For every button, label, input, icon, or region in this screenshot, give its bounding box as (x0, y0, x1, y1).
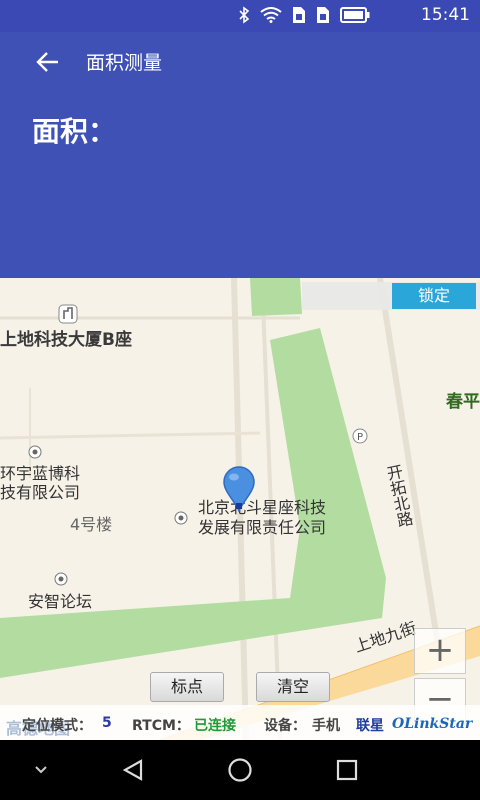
map-label-chunping: 春平 (446, 392, 480, 412)
brand-logo-cn: 联星 (356, 718, 384, 734)
parking-icon: P (352, 428, 368, 449)
map-label-beidou-1: 北京北斗星座科技 (198, 498, 327, 517)
map-label-beidou-2: 发展有限责任公司 (198, 518, 327, 537)
area-label: 面积： (32, 115, 117, 148)
map-label-anzhi: 安智论坛 (28, 592, 93, 611)
mode-value: 5 (102, 715, 112, 731)
map-label-lanbo-1: 环宇蓝博科 (0, 464, 81, 483)
poi-dot-icon (28, 444, 42, 464)
bluetooth-icon (238, 6, 250, 28)
map-label-building-b: 上地科技大厦B座 (0, 330, 132, 350)
lock-button[interactable]: 锁定 (392, 283, 476, 309)
chevron-down-icon (35, 766, 47, 774)
status-bar: 15:41 (0, 0, 480, 32)
nav-recents-button[interactable] (332, 755, 362, 785)
nav-hide-button[interactable] (26, 755, 56, 785)
back-button[interactable] (32, 46, 64, 78)
mark-point-button[interactable]: 标点 (150, 672, 224, 702)
arrow-left-icon (36, 52, 58, 72)
map-label-lanbo-2: 技有限公司 (0, 483, 81, 502)
wifi-icon (260, 7, 282, 27)
poi-icon (58, 304, 78, 331)
circle-home-icon (228, 758, 252, 782)
brand-logo-en: OLinkStar (392, 716, 473, 732)
nav-back-button[interactable] (118, 755, 148, 785)
mode-label: 定位模式： (22, 718, 92, 734)
map-label-building4: 4号楼 (70, 515, 113, 534)
sim1-icon (292, 6, 306, 28)
device-value: 手机 (312, 718, 340, 734)
triangle-back-icon (122, 759, 143, 781)
rtcm-label: RTCM： (132, 718, 190, 734)
location-pin-icon (223, 466, 255, 512)
battery-icon (340, 7, 370, 27)
rtcm-value: 已连接 (194, 718, 236, 734)
zoom-in-button[interactable]: + (414, 628, 466, 674)
svg-text:P: P (357, 432, 363, 443)
map-view[interactable]: 锁定 上地科技大厦B座 环宇蓝博科 技有限公司 4号楼 北京北斗星座科技 发展有… (0, 278, 480, 740)
page-title: 面积测量 (86, 52, 163, 74)
square-recents-icon (336, 759, 358, 781)
device-label: 设备： (264, 718, 306, 734)
poi-dot-icon (54, 571, 68, 591)
info-bar: 高德地图 定位模式： 5 RTCM： 已连接 设备： 手机 联星 OLinkSt… (0, 705, 480, 740)
system-nav-bar (0, 740, 480, 800)
status-time: 15:41 (421, 5, 470, 25)
nav-home-button[interactable] (225, 755, 255, 785)
app-bar: 面积测量 面积： (0, 32, 480, 278)
sim2-icon (316, 6, 330, 28)
clear-button[interactable]: 清空 (256, 672, 330, 702)
poi-dot-icon (174, 510, 188, 530)
